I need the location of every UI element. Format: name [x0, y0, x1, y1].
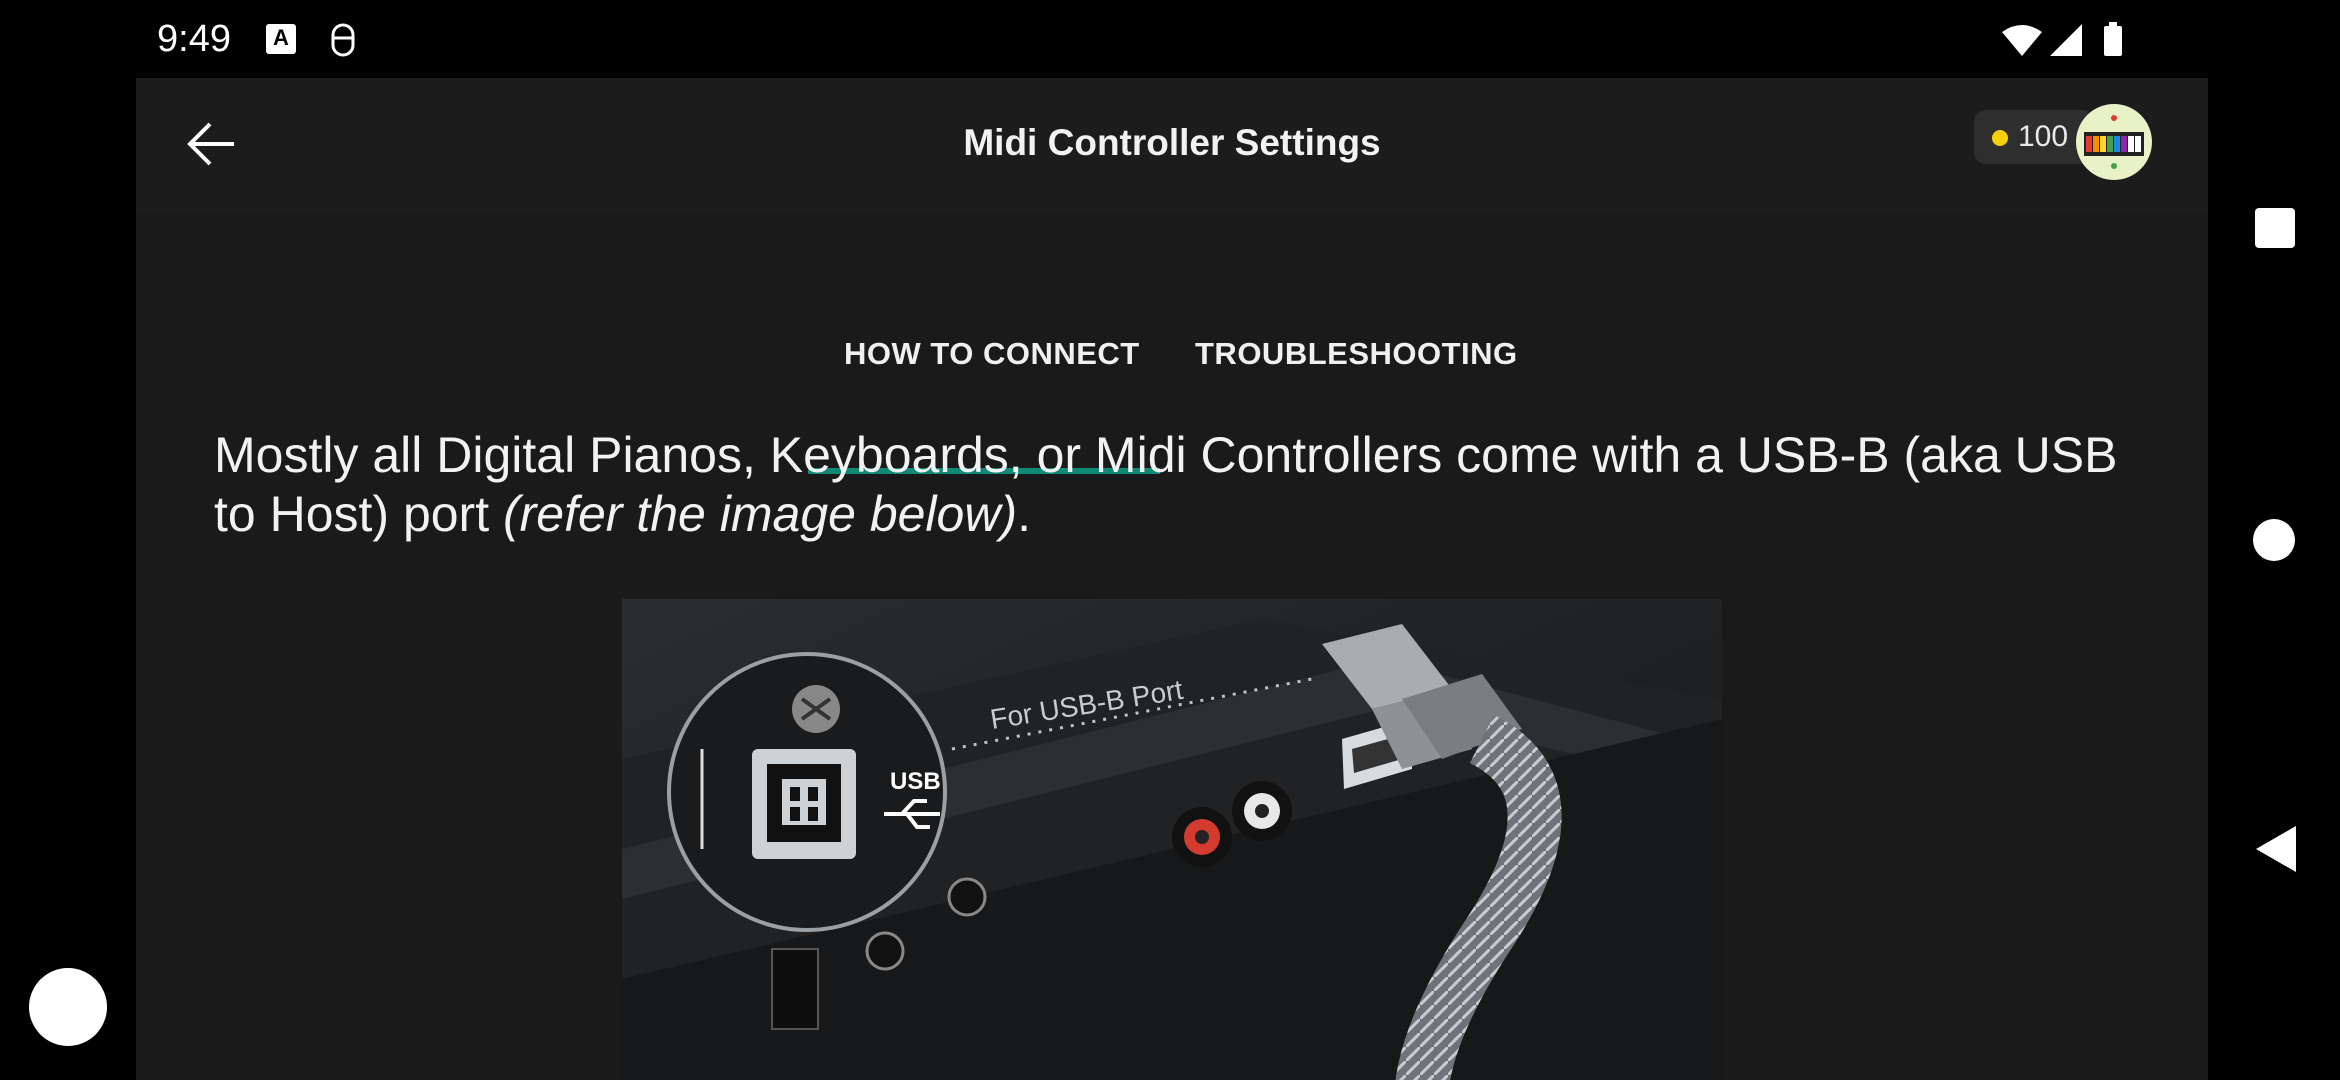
tab-bar: HOW TO CONNECT TROUBLESHOOTING	[136, 212, 2208, 474]
coin-icon	[1992, 130, 2008, 146]
page-title: Midi Controller Settings	[963, 122, 1381, 163]
tab-troubleshooting[interactable]: TROUBLESHOOTING	[1195, 336, 1518, 372]
avatar[interactable]	[2076, 104, 2152, 180]
tab-how-to-connect[interactable]: HOW TO CONNECT	[844, 336, 1140, 372]
instruction-text: Mostly all Digital Pianos, Keyboards, or…	[214, 426, 2144, 544]
floating-button[interactable]	[29, 968, 107, 1046]
status-time: 9:49	[157, 18, 231, 60]
instruction-italic: (refer the image below)	[503, 486, 1018, 542]
usb-port-image: For USB-B Port USB	[622, 599, 1722, 1080]
status-right-icons	[2002, 22, 2122, 56]
usb-label: USB	[890, 768, 941, 795]
piano-avatar-icon	[2084, 115, 2144, 169]
instruction-end: .	[1017, 486, 1032, 542]
instruction-main: Mostly all Digital Pianos, Keyboards, or…	[214, 427, 2118, 542]
keyboard-accessibility-icon	[331, 23, 355, 57]
a-notification-icon: A	[266, 24, 296, 54]
battery-icon	[2104, 26, 2122, 56]
wifi-icon	[2002, 25, 2042, 56]
coin-count: 100	[2018, 120, 2069, 153]
signal-icon	[2050, 24, 2082, 56]
system-nav-bar	[2208, 78, 2340, 1080]
top-app-bar: Midi Controller Settings 100	[136, 78, 2208, 212]
app-screen: Midi Controller Settings 100 HOW TO CONN…	[136, 78, 2208, 1080]
recents-square-icon[interactable]	[2255, 208, 2295, 248]
status-bar: 9:49 A	[0, 0, 2340, 78]
back-triangle-icon[interactable]	[2254, 824, 2298, 874]
device-frame: 9:49 A Midi Controller Settings 100 HOW …	[0, 0, 2340, 1080]
home-circle-icon[interactable]	[2253, 519, 2295, 561]
